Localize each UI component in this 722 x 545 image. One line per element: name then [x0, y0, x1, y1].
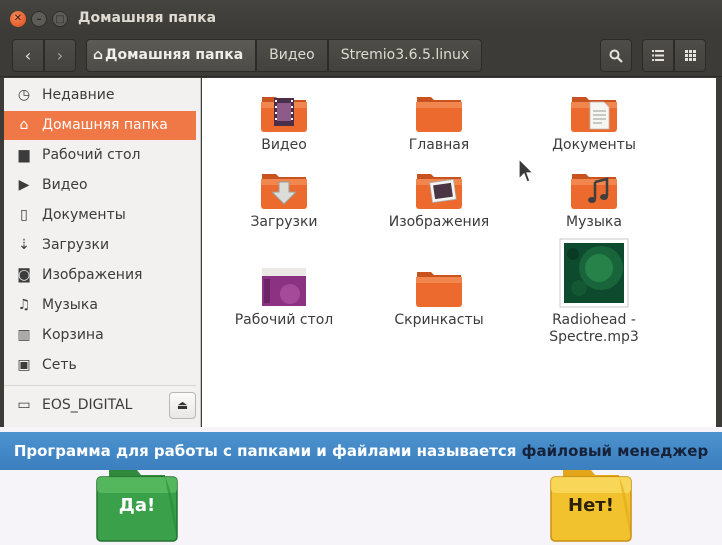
maximize-window-button[interactable]: □ — [52, 11, 68, 27]
file-item-documents[interactable]: Документы — [529, 91, 659, 154]
sidebar-item-label: Сеть — [42, 357, 77, 373]
file-label-line-1: Radiohead - — [552, 312, 636, 328]
mouse-cursor-icon — [518, 158, 534, 183]
folder-icon — [416, 272, 462, 307]
breadcrumb-stremio[interactable]: Stremio3.6.5.linux — [327, 39, 483, 72]
file-label: Скринкасты — [394, 312, 484, 328]
answer-no-button[interactable]: Нет! — [549, 467, 633, 543]
file-item-video[interactable]: Видео — [219, 91, 349, 154]
file-label: Загрузки — [250, 214, 318, 230]
window-title: Домашняя папка — [78, 10, 217, 26]
breadcrumb-video[interactable]: Видео — [256, 39, 328, 72]
breadcrumb-home-label: Домашняя папка — [105, 47, 244, 63]
sidebar-item-video[interactable]: ▶ Видео — [4, 171, 196, 200]
answer-yes-label: Да! — [118, 495, 156, 516]
sidebar-item-home[interactable]: ⌂ Домашняя папка — [4, 111, 196, 140]
sidebar-item-label: Изображения — [42, 267, 143, 283]
file-label: Изображения — [388, 214, 490, 230]
file-label-line-2: Spectre.mp3 — [549, 329, 639, 345]
sidebar-item-label: Документы — [42, 207, 126, 223]
folder-video-icon — [261, 97, 307, 132]
file-label: Видео — [261, 137, 307, 153]
list-view-button[interactable] — [642, 39, 674, 72]
minimize-window-button[interactable]: – — [31, 11, 47, 27]
search-icon — [609, 49, 623, 63]
music-icon: ♫ — [17, 297, 31, 313]
sidebar-item-label: Рабочий стол — [42, 147, 141, 163]
folder-pictures-icon — [416, 174, 462, 209]
sidebar-item-music[interactable]: ♫ Музыка — [4, 291, 196, 320]
sidebar-item-label: Корзина — [42, 327, 104, 343]
sidebar-item-pictures[interactable]: ◙ Изображения — [4, 261, 196, 290]
grid-view-button[interactable] — [674, 39, 706, 72]
sidebar-item-label: Загрузки — [42, 237, 110, 253]
sidebar-item-trash[interactable]: ▥ Корзина — [4, 321, 196, 350]
title-bar: ✕ – □ Домашняя папка — [0, 0, 722, 36]
close-window-button[interactable]: ✕ — [10, 11, 26, 27]
sidebar-item-eos-digital[interactable]: ▭ EOS_DIGITAL — [4, 391, 164, 420]
file-item-desktop[interactable]: Рабочий стол — [219, 266, 349, 329]
sidebar-item-label: Видео — [42, 177, 88, 193]
audio-file-thumbnail-icon — [559, 238, 629, 308]
grid-view-icon — [684, 50, 696, 61]
sidebar: ◷ Недавние ⌂ Домашняя папка ▆ Рабочий ст… — [4, 78, 201, 427]
folder-music-icon — [571, 174, 617, 209]
search-button[interactable] — [600, 39, 632, 72]
desktop-icon: ▆ — [18, 147, 30, 163]
eject-button[interactable]: ⏏ — [169, 392, 196, 419]
forward-button[interactable]: › — [44, 39, 76, 72]
list-view-icon — [652, 50, 664, 61]
file-label: Музыка — [566, 214, 622, 230]
answer-no-label: Нет! — [568, 495, 614, 516]
question-text: Программа для работы с папками и файлами… — [13, 442, 522, 460]
drive-icon: ▭ — [17, 397, 31, 413]
trash-icon: ▥ — [17, 327, 31, 343]
breadcrumb: ⌂ Домашняя папка Видео Stremio3.6.5.linux — [86, 39, 483, 72]
sidebar-item-network[interactable]: ▣ Сеть — [4, 351, 196, 380]
breadcrumb-home[interactable]: ⌂ Домашняя папка — [86, 39, 257, 72]
scrollbar[interactable] — [716, 78, 722, 427]
folder-icon — [416, 97, 462, 132]
sidebar-item-recent[interactable]: ◷ Недавние — [4, 81, 196, 110]
back-button[interactable]: ‹ — [12, 39, 44, 72]
file-item-main[interactable]: Главная — [374, 91, 504, 154]
home-icon: ⌂ — [19, 117, 29, 133]
document-icon: ▯ — [20, 207, 28, 223]
file-label: Главная — [408, 137, 470, 153]
sidebar-item-label: Недавние — [42, 87, 115, 103]
network-icon: ▣ — [17, 357, 31, 373]
sidebar-item-downloads[interactable]: ⇣ Загрузки — [4, 231, 196, 260]
camera-icon: ◙ — [17, 267, 31, 283]
file-item-music[interactable]: Музыка — [529, 168, 659, 231]
sidebar-item-label: Домашняя папка — [42, 117, 168, 133]
file-label: Документы — [552, 137, 636, 153]
file-item-screencasts[interactable]: Скринкасты — [374, 266, 504, 329]
file-item-pictures[interactable]: Изображения — [374, 168, 504, 231]
question-banner: Программа для работы с папками и файлами… — [0, 432, 722, 470]
download-icon: ⇣ — [18, 237, 30, 253]
sidebar-item-desktop[interactable]: ▆ Рабочий стол — [4, 141, 196, 170]
clock-icon: ◷ — [17, 87, 31, 103]
answer-yes-button[interactable]: Да! — [95, 467, 179, 543]
sidebar-item-label: EOS_DIGITAL — [42, 397, 133, 413]
folder-downloads-icon — [261, 174, 307, 209]
video-icon: ▶ — [18, 177, 30, 193]
file-item-radiohead-mp3[interactable]: Radiohead - Spectre.mp3 — [529, 238, 659, 346]
folder-documents-icon — [571, 97, 617, 132]
folder-desktop-icon — [262, 268, 306, 306]
sidebar-item-documents[interactable]: ▯ Документы — [4, 201, 196, 230]
toolbar: ‹ › ⌂ Домашняя папка Видео Stremio3.6.5.l… — [0, 36, 722, 77]
sidebar-item-label: Музыка — [42, 297, 98, 313]
sidebar-separator — [4, 385, 196, 386]
file-label: Рабочий стол — [234, 312, 334, 328]
question-highlight: файловый менеджер — [521, 442, 709, 460]
home-icon: ⌂ — [93, 47, 104, 63]
file-item-downloads[interactable]: Загрузки — [219, 168, 349, 231]
